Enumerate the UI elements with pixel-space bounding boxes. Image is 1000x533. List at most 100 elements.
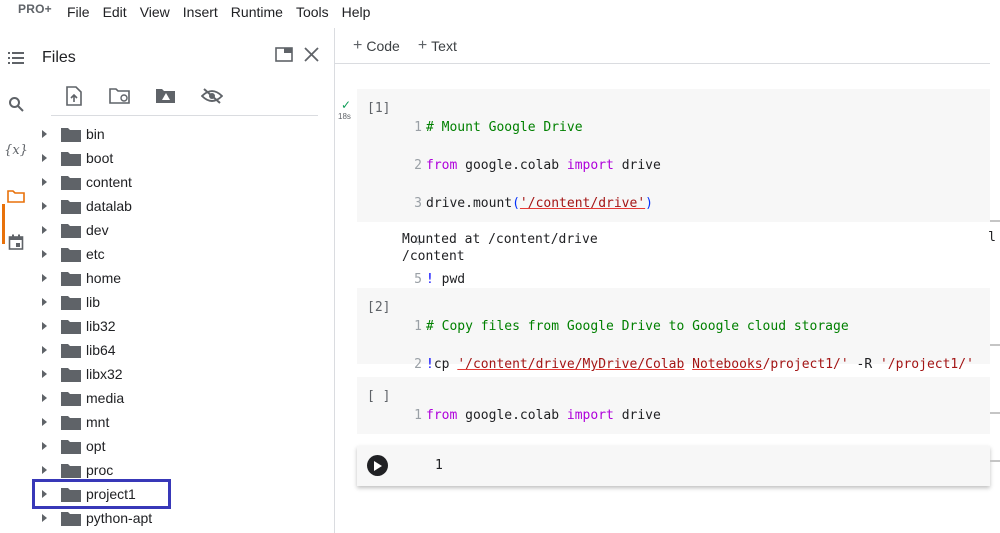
search-icon[interactable] xyxy=(2,90,30,118)
play-icon xyxy=(374,460,382,471)
files-icon[interactable] xyxy=(2,182,30,210)
file-tree-label: datalab xyxy=(86,198,132,214)
expand-arrow-icon[interactable] xyxy=(42,418,47,426)
folder-icon xyxy=(61,440,81,454)
file-tree-item-content[interactable]: content xyxy=(33,170,333,194)
mount-drive-icon[interactable] xyxy=(143,82,189,110)
folder-icon xyxy=(61,248,81,262)
folder-icon xyxy=(61,176,81,190)
file-tree-label: mnt xyxy=(86,414,110,430)
expand-arrow-icon[interactable] xyxy=(42,514,47,522)
menu-file[interactable]: File xyxy=(67,4,90,20)
file-tree-item-libx32[interactable]: libx32 xyxy=(33,362,333,386)
file-tree-item-opt[interactable]: opt xyxy=(33,434,333,458)
files-panel: Files bin boot content datalab dev etc home lib… xyxy=(32,28,335,533)
scroll-edge xyxy=(990,344,1000,346)
close-icon[interactable] xyxy=(300,43,322,65)
file-tree-label: boot xyxy=(86,150,114,166)
expand-arrow-icon[interactable] xyxy=(42,442,47,450)
cell-prompt: [ ] xyxy=(367,389,391,404)
expand-arrow-icon[interactable] xyxy=(42,178,47,186)
file-tree-label: content xyxy=(86,174,132,190)
scroll-edge xyxy=(990,460,1000,462)
file-tree-item-bin[interactable]: bin xyxy=(33,122,333,146)
file-tree-item-lib64[interactable]: lib64 xyxy=(33,338,333,362)
add-code-label: Code xyxy=(366,37,400,54)
upload-icon[interactable] xyxy=(51,82,97,110)
toolbar-divider xyxy=(51,115,318,116)
file-tree-item-lib32[interactable]: lib32 xyxy=(33,314,333,338)
file-tree-label: lib32 xyxy=(86,318,116,334)
folder-icon xyxy=(61,152,81,166)
folder-icon xyxy=(61,368,81,382)
secrets-icon[interactable] xyxy=(2,228,30,256)
file-tree-item-boot[interactable]: boot xyxy=(33,146,333,170)
add-code-button[interactable]: + Code xyxy=(353,37,400,55)
file-tree-item-etc[interactable]: etc xyxy=(33,242,333,266)
expand-arrow-icon[interactable] xyxy=(42,154,47,162)
code-cell-3[interactable]: [ ] 1from google.colab import drive 2dri… xyxy=(357,377,990,461)
folder-icon xyxy=(61,416,81,430)
left-rail: {x} xyxy=(0,28,33,533)
variables-icon[interactable]: {x} xyxy=(2,136,30,164)
output-line: Mounted at /content/drive xyxy=(402,232,598,247)
expand-arrow-icon[interactable] xyxy=(42,298,47,306)
folder-icon xyxy=(61,344,81,358)
menu-help[interactable]: Help xyxy=(342,4,371,20)
file-tree-label: proc xyxy=(86,462,114,478)
expand-arrow-icon[interactable] xyxy=(42,346,47,354)
run-cell-button[interactable] xyxy=(367,455,388,476)
open-in-tab-icon[interactable] xyxy=(273,44,295,64)
file-tree-item-home[interactable]: home xyxy=(33,266,333,290)
files-toolbar xyxy=(51,82,235,110)
cell-prompt: [1] xyxy=(367,101,391,116)
folder-icon xyxy=(61,200,81,214)
menu-runtime[interactable]: Runtime xyxy=(231,4,283,20)
file-tree-item-mnt[interactable]: mnt xyxy=(33,410,333,434)
expand-arrow-icon[interactable] xyxy=(42,394,47,402)
active-code-cell[interactable]: 1 xyxy=(357,446,990,486)
project1-highlight-box xyxy=(32,479,171,509)
code-cell-2[interactable]: [2] 1 # Copy files from Google Drive to G… xyxy=(357,288,990,410)
table-of-contents-icon[interactable] xyxy=(2,44,30,72)
expand-arrow-icon[interactable] xyxy=(42,466,47,474)
file-tree-label: lib64 xyxy=(86,342,116,358)
add-text-button[interactable]: + Text xyxy=(418,37,457,55)
code-cell-1[interactable]: [1] 1 # Mount Google Drive 2 from google.c… xyxy=(357,89,990,325)
execution-time: 18s xyxy=(338,112,351,121)
file-tree-item-datalab[interactable]: datalab xyxy=(33,194,333,218)
expand-arrow-icon[interactable] xyxy=(42,322,47,330)
expand-arrow-icon[interactable] xyxy=(42,130,47,138)
folder-icon xyxy=(61,224,81,238)
refresh-folder-icon[interactable] xyxy=(97,82,143,110)
edge-glyph: l xyxy=(988,230,996,245)
folder-icon xyxy=(61,512,81,526)
file-tree-label: libx32 xyxy=(86,366,123,382)
folder-icon xyxy=(61,272,81,286)
menu-items: File Edit View Insert Runtime Tools Help xyxy=(67,4,383,20)
expand-arrow-icon[interactable] xyxy=(42,250,47,258)
code-line: # Copy files from Google Drive to Google… xyxy=(426,319,849,334)
menu-view[interactable]: View xyxy=(140,4,170,20)
file-tree-item-lib[interactable]: lib xyxy=(33,290,333,314)
cell-prompt: [2] xyxy=(367,300,391,315)
file-tree-item-media[interactable]: media xyxy=(33,386,333,410)
menu-edit[interactable]: Edit xyxy=(103,4,127,20)
expand-arrow-icon[interactable] xyxy=(42,202,47,210)
expand-arrow-icon[interactable] xyxy=(42,274,47,282)
file-tree-item-dev[interactable]: dev xyxy=(33,218,333,242)
hide-icon[interactable] xyxy=(189,82,235,110)
file-tree-item-python-apt[interactable]: python-apt xyxy=(33,506,333,530)
code-line: # Mount Google Drive xyxy=(426,120,583,135)
folder-icon xyxy=(61,128,81,142)
folder-icon xyxy=(61,464,81,478)
executed-check-icon: ✓ xyxy=(341,98,352,112)
menu-insert[interactable]: Insert xyxy=(183,4,218,20)
menu-bar: PRO+ File Edit View Insert Runtime Tools… xyxy=(0,0,1000,28)
menu-tools[interactable]: Tools xyxy=(296,4,329,20)
expand-arrow-icon[interactable] xyxy=(42,226,47,234)
folder-icon xyxy=(61,296,81,310)
expand-arrow-icon[interactable] xyxy=(42,370,47,378)
folder-icon xyxy=(61,320,81,334)
file-tree-label: python-apt xyxy=(86,510,153,526)
